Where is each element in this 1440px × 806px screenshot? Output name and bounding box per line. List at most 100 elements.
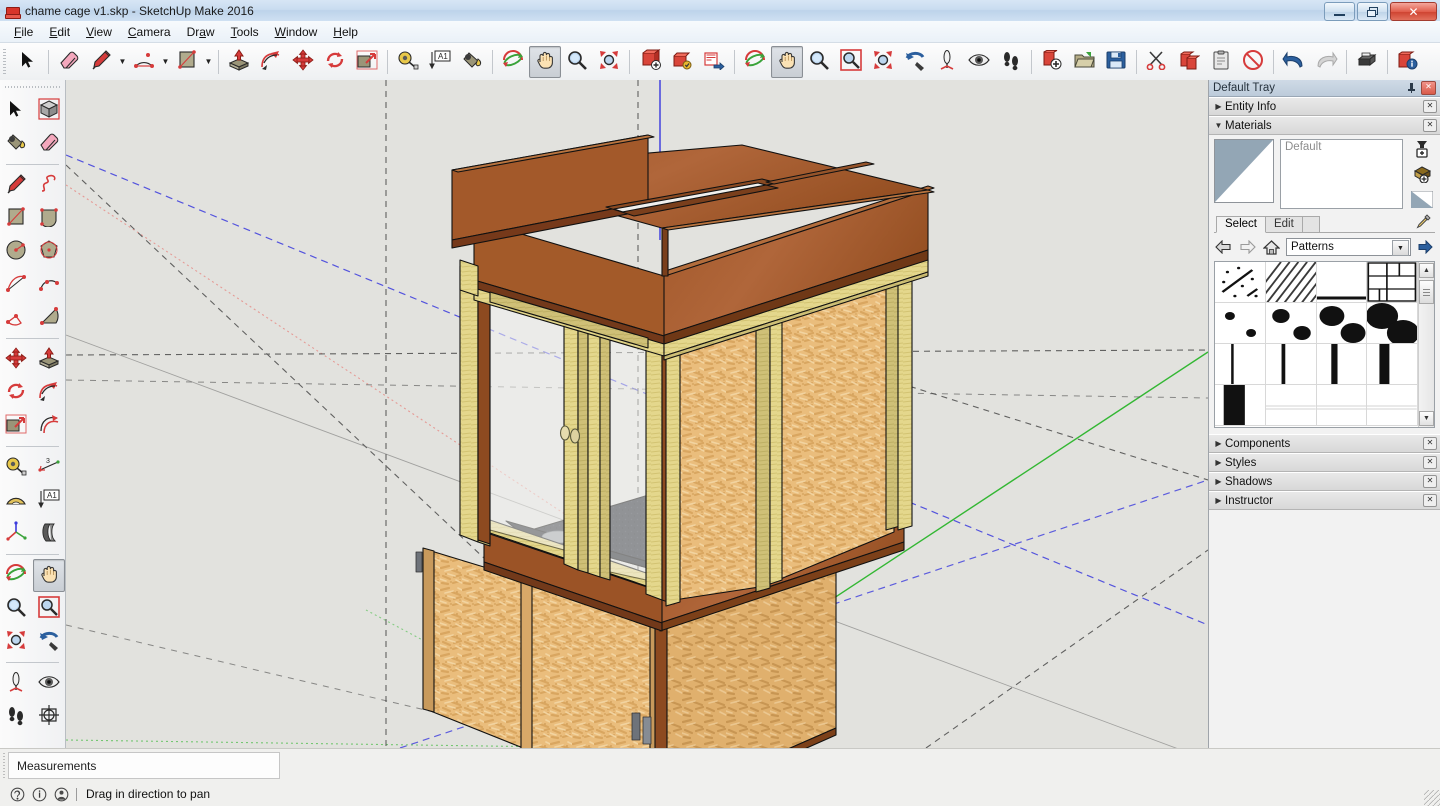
line-tool[interactable]: [0, 169, 33, 202]
panel-components[interactable]: ▶ Components ✕: [1209, 434, 1440, 453]
paste-button[interactable]: [1205, 46, 1237, 78]
look-around-tool[interactable]: [33, 667, 66, 700]
cut-button[interactable]: [1141, 46, 1173, 78]
push-pull-tool[interactable]: [33, 343, 66, 376]
walk-tool[interactable]: [0, 700, 33, 733]
scroll-down-icon[interactable]: ▼: [1419, 411, 1434, 426]
pan-tool-2[interactable]: [771, 46, 803, 78]
sample-paint-icon[interactable]: [1411, 164, 1433, 184]
toolbar-drag-grip[interactable]: [5, 83, 61, 91]
zoom-tool[interactable]: [0, 592, 33, 625]
pattern-dots-tiny[interactable]: [1215, 303, 1266, 344]
chevron-down-icon[interactable]: ▼: [203, 47, 214, 77]
zoom-extents-tool[interactable]: [593, 46, 625, 78]
save-document-button[interactable]: [1100, 46, 1132, 78]
polygon-tool[interactable]: [33, 235, 66, 268]
panel-instructor-close[interactable]: ✕: [1423, 494, 1437, 507]
material-library-select[interactable]: Patterns ▼: [1286, 238, 1411, 256]
eraser-tool[interactable]: [53, 46, 85, 78]
panel-materials-close[interactable]: ✕: [1423, 119, 1437, 132]
arc-tool[interactable]: [128, 46, 160, 78]
text-tool[interactable]: A1: [424, 46, 456, 78]
tray-close-button[interactable]: ✕: [1421, 81, 1436, 95]
pattern-stripe-wide[interactable]: [1367, 344, 1418, 385]
home-icon[interactable]: [1262, 239, 1281, 256]
sketchup-model-canvas[interactable]: [66, 80, 1208, 748]
back-arrow-icon[interactable]: [1214, 239, 1233, 256]
menu-help[interactable]: Help: [325, 22, 366, 42]
position-camera-tool[interactable]: [0, 667, 33, 700]
panel-styles-close[interactable]: ✕: [1423, 456, 1437, 469]
eyedropper-icon[interactable]: [1416, 214, 1431, 232]
orbit-tool-2[interactable]: [739, 46, 771, 78]
pan-tool[interactable]: [33, 559, 66, 592]
two-point-arc-tool[interactable]: [33, 268, 66, 301]
three-point-arc-tool[interactable]: [0, 301, 33, 334]
close-button[interactable]: ✕: [1390, 2, 1437, 21]
menu-view[interactable]: View: [78, 22, 120, 42]
redo-button[interactable]: [1310, 46, 1342, 78]
select-tool[interactable]: [0, 94, 33, 127]
pattern-stripe-thin[interactable]: [1215, 344, 1266, 385]
info-icon[interactable]: [28, 785, 50, 803]
move-tool[interactable]: [0, 343, 33, 376]
section-plane-tool[interactable]: [33, 700, 66, 733]
scale-tool[interactable]: [351, 46, 383, 78]
model-info-button[interactable]: [1392, 46, 1424, 78]
make-component-button[interactable]: [634, 46, 666, 78]
tab-edit[interactable]: Edit: [1265, 216, 1303, 232]
previous-view-button[interactable]: [33, 625, 66, 658]
zoom-tool[interactable]: [561, 46, 593, 78]
rotate-tool[interactable]: [319, 46, 351, 78]
panel-entity-info-close[interactable]: ✕: [1423, 100, 1437, 113]
pin-icon[interactable]: [1406, 83, 1417, 94]
panel-instructor[interactable]: ▶ Instructor ✕: [1209, 491, 1440, 510]
pattern-hatch-diagonal[interactable]: [1266, 262, 1317, 303]
pattern-stripe-medium[interactable]: [1317, 344, 1368, 385]
menu-edit[interactable]: Edit: [41, 22, 78, 42]
open-document-button[interactable]: [1068, 46, 1100, 78]
rotated-rectangle-tool[interactable]: [33, 202, 66, 235]
chevron-down-icon[interactable]: ▼: [160, 47, 171, 77]
rotate-tool[interactable]: [0, 376, 33, 409]
zoom-window-tool[interactable]: [33, 592, 66, 625]
restore-button[interactable]: [1357, 2, 1388, 21]
rectangle-tool[interactable]: [171, 46, 203, 78]
position-camera-tool[interactable]: [931, 46, 963, 78]
walk-tool[interactable]: [995, 46, 1027, 78]
previous-view-button[interactable]: [899, 46, 931, 78]
eraser-tool[interactable]: [33, 127, 66, 160]
tape-measure-tool[interactable]: [392, 46, 424, 78]
account-icon[interactable]: [50, 785, 72, 803]
make-component-tool[interactable]: [33, 94, 66, 127]
default-material-icon[interactable]: [1411, 189, 1433, 209]
forward-arrow-icon[interactable]: [1238, 239, 1257, 256]
orbit-tool[interactable]: [0, 559, 33, 592]
measurements-input[interactable]: Measurements: [8, 752, 280, 779]
pattern-faint-2[interactable]: [1317, 385, 1368, 426]
toolbar-drag-grip[interactable]: [2, 49, 9, 75]
chevron-down-icon[interactable]: ▼: [1392, 240, 1409, 256]
panel-entity-info[interactable]: ▶ Entity Info ✕: [1209, 97, 1440, 116]
new-document-button[interactable]: [1036, 46, 1068, 78]
panel-components-close[interactable]: ✕: [1423, 437, 1437, 450]
panel-shadows-close[interactable]: ✕: [1423, 475, 1437, 488]
follow-me-tool[interactable]: [33, 376, 66, 409]
share-model-button[interactable]: [698, 46, 730, 78]
dimension-tool[interactable]: 3: [33, 451, 66, 484]
swatch-scrollbar[interactable]: ▲ ▼: [1418, 262, 1434, 427]
material-swatch-grid[interactable]: [1215, 262, 1418, 427]
select-tool[interactable]: [12, 46, 44, 78]
paint-bucket-tool[interactable]: [0, 127, 33, 160]
follow-me-tool[interactable]: [255, 46, 287, 78]
move-tool[interactable]: [287, 46, 319, 78]
protractor-tool[interactable]: [0, 484, 33, 517]
menu-camera[interactable]: Camera: [120, 22, 179, 42]
circle-tool[interactable]: [0, 235, 33, 268]
zoom-extents-tool-2[interactable]: [867, 46, 899, 78]
details-arrow-icon[interactable]: [1416, 239, 1435, 256]
pattern-dots-medium[interactable]: [1317, 303, 1368, 344]
arc-tool[interactable]: [0, 268, 33, 301]
line-tool[interactable]: [85, 46, 117, 78]
3d-text-tool[interactable]: [33, 517, 66, 550]
